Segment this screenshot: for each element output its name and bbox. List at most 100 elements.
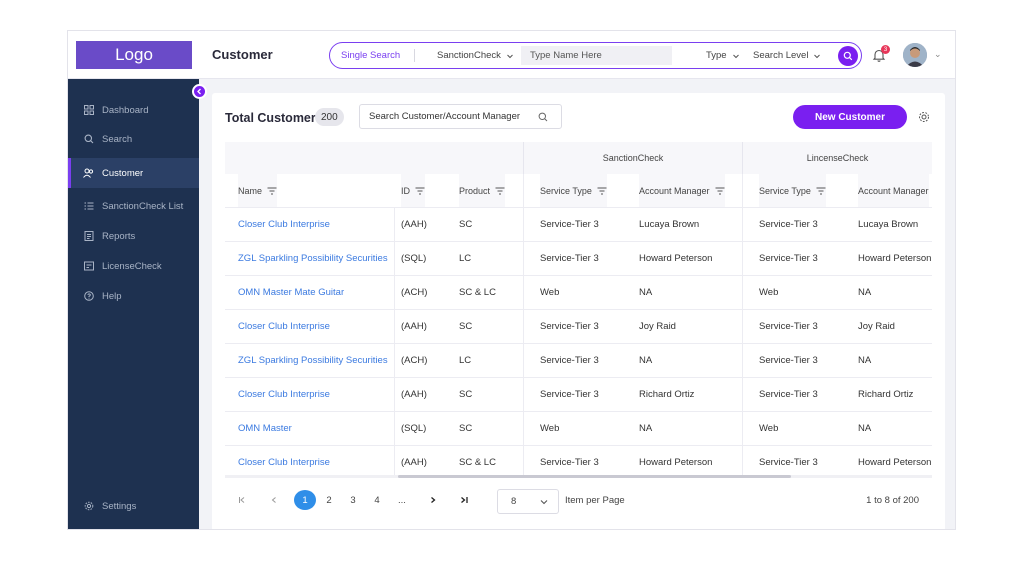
filter-icon[interactable] — [816, 187, 826, 195]
table-row[interactable]: Closer Club Interprise (AAH) SC Service-Tie… — [225, 207, 932, 241]
customer-name-link[interactable]: OMN Master — [238, 412, 388, 445]
column-header-service-type[interactable]: Service Type — [540, 174, 607, 207]
column-label: ID — [401, 185, 410, 196]
table-cell: Web — [540, 423, 560, 434]
horizontal-scrollbar[interactable] — [225, 475, 932, 478]
sidebar-item-help[interactable]: Help — [68, 282, 199, 310]
sidebar-item-settings[interactable]: Settings — [68, 492, 199, 520]
customer-name-link[interactable]: Closer Club Interprise — [238, 310, 388, 343]
table-cell: Howard Peterson — [639, 457, 713, 468]
filter-icon[interactable] — [415, 187, 425, 195]
sidebar-item-search[interactable]: Search — [68, 125, 199, 153]
last-page-icon[interactable] — [458, 490, 470, 510]
table-cell: NA — [858, 355, 872, 366]
sidebar-item-licensecheck[interactable]: LicenseCheck — [68, 252, 199, 280]
table-cell: Richard Ortiz — [858, 389, 914, 400]
gear-icon[interactable] — [918, 111, 930, 123]
avatar[interactable] — [903, 43, 927, 67]
table-cell: Web — [759, 287, 779, 298]
sidebar-item-reports[interactable]: Reports — [68, 222, 199, 250]
table-row[interactable]: OMN Master (SQL) SC Web NA Web NA — [225, 411, 932, 445]
column-header-account-manager-lc[interactable]: Account Manager — [858, 174, 929, 207]
search-button[interactable] — [838, 46, 858, 66]
table-cell: SC — [459, 321, 473, 332]
group-header-licensecheck: LincenseCheck — [742, 142, 932, 174]
table-cell: LC — [459, 253, 472, 264]
table-row[interactable]: ZGL Sparkling Possibility Securities (ACH… — [225, 343, 932, 377]
users-icon — [83, 168, 94, 179]
divider — [414, 49, 415, 62]
table-cell: Lucaya Brown — [858, 219, 919, 230]
table-row[interactable]: Closer Club Interprise (AAH) SC Service-Tie… — [225, 377, 932, 411]
table-cell: Howard Peterson — [639, 253, 713, 264]
table-cell: (AAH) — [401, 389, 427, 400]
customer-name-link[interactable]: Closer Club Interprise — [238, 378, 388, 411]
table-cell: (ACH) — [401, 355, 428, 366]
page-button[interactable]: 2 — [323, 490, 335, 510]
table-cell: NA — [639, 423, 653, 434]
search-source-dropdown[interactable]: SanctionCheck — [437, 43, 514, 68]
next-page-icon[interactable] — [428, 490, 438, 510]
table-cell: (SQL) — [401, 253, 427, 264]
sidebar-item-label: Dashboard — [102, 104, 149, 116]
column-header-name[interactable]: Name — [238, 174, 278, 207]
customer-name-link[interactable]: OMN Master Mate Guitar — [238, 276, 388, 309]
sidebar: Dashboard Search Customer SanctionCheck … — [68, 79, 199, 529]
filter-icon[interactable] — [597, 187, 607, 195]
table-cell: LC — [459, 355, 472, 366]
table-cell: Service-Tier 3 — [540, 389, 599, 400]
page-button[interactable]: 3 — [347, 490, 359, 510]
table-cell: Howard Peterson — [858, 457, 932, 468]
filter-icon[interactable] — [495, 187, 505, 195]
sidebar-item-dashboard[interactable]: Dashboard — [68, 96, 199, 124]
column-header-product[interactable]: Product — [459, 174, 506, 207]
sidebar-item-customer[interactable]: Customer — [68, 158, 199, 188]
sidebar-item-label: Reports — [102, 230, 136, 242]
search-mode-selector[interactable]: Single Search — [341, 43, 400, 68]
prev-page-icon[interactable] — [269, 490, 279, 510]
table-cell: Service-Tier 3 — [759, 219, 818, 230]
search-icon[interactable] — [538, 112, 548, 122]
table-cell: Service-Tier 3 — [540, 457, 599, 468]
page-ellipsis: ... — [398, 494, 406, 506]
page-button[interactable]: 4 — [371, 490, 383, 510]
items-per-page-select[interactable]: 8 — [497, 489, 559, 514]
sidebar-item-sanctioncheck-list[interactable]: SanctionCheck List — [68, 192, 199, 220]
table-row[interactable]: Closer Club Interprise (AAH) SC Service-Tie… — [225, 309, 932, 343]
logo[interactable]: Logo — [76, 41, 192, 69]
first-page-icon[interactable] — [237, 490, 247, 510]
customer-search-input[interactable]: Search Customer/Account Manager — [359, 104, 562, 129]
table-row[interactable]: ZGL Sparkling Possibility Securities (SQL… — [225, 241, 932, 275]
filter-icon[interactable] — [715, 187, 725, 195]
chevron-down-icon[interactable]: ⌄ — [934, 49, 942, 60]
table-row[interactable]: OMN Master Mate Guitar (ACH) SC & LC Web NA W… — [225, 275, 932, 309]
table-row[interactable]: Closer Club Interprise (AAH) SC & LC Servic… — [225, 445, 932, 477]
customer-name-link[interactable]: ZGL Sparkling Possibility Securities — [238, 242, 388, 275]
customer-name-link[interactable]: Closer Club Interprise — [238, 208, 388, 241]
column-label: Name — [238, 185, 263, 196]
sidebar-collapse-button[interactable] — [192, 84, 207, 99]
table-cell: Web — [759, 423, 779, 434]
search-level-dropdown[interactable]: Search Level — [753, 43, 821, 68]
column-header-id[interactable]: ID — [401, 174, 425, 207]
table-cell: Web — [540, 287, 560, 298]
scrollbar-thumb[interactable] — [398, 475, 791, 478]
page-button-current[interactable]: 1 — [294, 490, 316, 510]
column-header-service-type-lc[interactable]: Service Type — [759, 174, 826, 207]
customer-table: SanctionCheck LincenseCheck Name ID Prod… — [225, 142, 932, 477]
type-dropdown[interactable]: Type — [706, 43, 740, 68]
column-header-account-manager[interactable]: Account Manager — [639, 174, 725, 207]
group-header-sanctioncheck: SanctionCheck — [523, 142, 742, 174]
sidebar-item-label: Settings — [102, 500, 137, 512]
column-label: Account Manager — [858, 185, 929, 196]
customer-name-link[interactable]: ZGL Sparkling Possibility Securities — [238, 344, 388, 377]
new-customer-button[interactable]: New Customer — [793, 105, 907, 129]
pagination: 1 2 3 4 ... 8 Item per Page 1 to 8 of 20… — [225, 489, 932, 517]
chevron-down-icon — [540, 500, 548, 505]
table-cell: (AAH) — [401, 321, 427, 332]
table-cell: Service-Tier 3 — [540, 321, 599, 332]
filter-icon[interactable] — [267, 187, 277, 195]
name-search-input[interactable] — [521, 46, 672, 65]
customer-name-link[interactable]: Closer Club Interprise — [238, 446, 388, 477]
chevron-down-icon — [732, 54, 739, 58]
